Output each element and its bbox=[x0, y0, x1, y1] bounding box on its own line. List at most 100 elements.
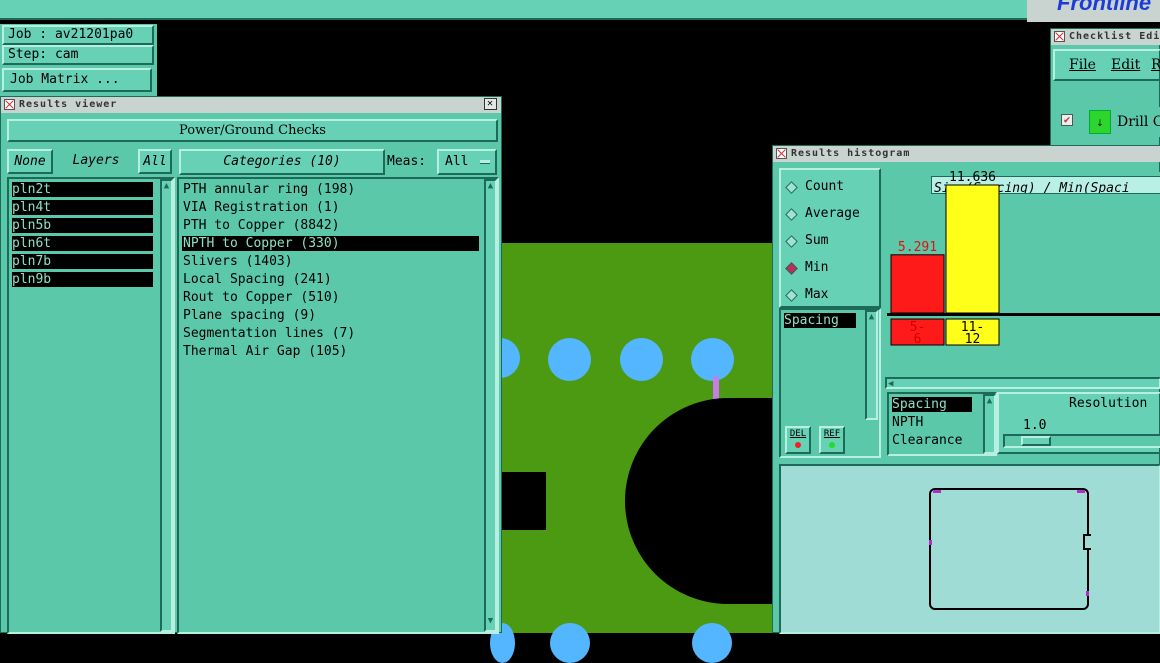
chart-hscrollbar[interactable]: ◀ bbox=[885, 377, 1160, 389]
top-bar bbox=[0, 0, 1027, 20]
scroll-down-icon[interactable]: ▼ bbox=[486, 616, 495, 626]
scroll-up-icon[interactable]: ▲ bbox=[985, 396, 994, 406]
layer-item[interactable]: pln4t bbox=[12, 200, 153, 215]
board-marker bbox=[929, 540, 932, 545]
ref-button[interactable]: REF bbox=[819, 426, 845, 454]
category-item[interactable]: Rout to Copper (510) bbox=[182, 290, 479, 305]
board-marker bbox=[1077, 490, 1085, 493]
category-item[interactable]: PTH annular ring (198) bbox=[182, 182, 479, 197]
measure-list: Spacing NPTH Clearance ▲ bbox=[887, 392, 997, 456]
window-menu-icon[interactable] bbox=[1054, 31, 1065, 42]
checklist-window: Checklist Edi File Edit R ✔ ⇣ Drill C bbox=[1050, 28, 1160, 148]
radio-count[interactable] bbox=[785, 181, 798, 194]
ref-button-label: REF bbox=[823, 429, 841, 439]
layer-item[interactable]: pln5b bbox=[12, 218, 153, 233]
meas-dropdown-value: All bbox=[445, 154, 469, 169]
histogram-bar[interactable] bbox=[890, 254, 945, 314]
mode-average-label: Average bbox=[805, 206, 860, 221]
meas-dropdown[interactable]: All bbox=[437, 149, 497, 175]
categories-scrollbar[interactable]: ▲ ▼ bbox=[484, 179, 497, 632]
none-button[interactable]: None bbox=[7, 149, 53, 174]
category-item[interactable]: Thermal Air Gap (105) bbox=[182, 344, 479, 359]
measure-list-scrollbar[interactable]: ▲ bbox=[983, 394, 996, 454]
histogram-bar[interactable] bbox=[945, 184, 1000, 314]
resolution-slider[interactable] bbox=[1003, 434, 1160, 448]
radio-average[interactable] bbox=[785, 208, 798, 221]
mode-radio-group: Count Average Sum Min Max bbox=[779, 168, 881, 308]
radio-sum[interactable] bbox=[785, 235, 798, 248]
board-marker bbox=[1086, 591, 1089, 596]
radio-max[interactable] bbox=[785, 289, 798, 302]
drill-icon: ⇣ bbox=[1089, 110, 1111, 134]
resolution-slider-thumb[interactable] bbox=[1021, 436, 1051, 446]
histogram-list-item[interactable]: Spacing bbox=[784, 313, 856, 328]
layer-item[interactable]: pln7b bbox=[12, 254, 153, 269]
menu-file[interactable]: File bbox=[1069, 57, 1096, 73]
del-button[interactable]: DEL bbox=[785, 426, 811, 454]
app-logo: Frontline bbox=[1057, 0, 1152, 15]
mode-count[interactable]: Count bbox=[785, 178, 879, 198]
menu-r[interactable]: R bbox=[1151, 57, 1160, 73]
checklist-menubar: File Edit R bbox=[1053, 49, 1160, 81]
window-menu-icon[interactable] bbox=[776, 148, 787, 159]
layers-label: Layers bbox=[72, 153, 120, 168]
scroll-up-icon[interactable]: ▲ bbox=[867, 312, 876, 322]
histogram-titlebar[interactable]: Results histogram bbox=[773, 146, 1160, 162]
category-item[interactable]: Slivers (1403) bbox=[182, 254, 479, 269]
red-dot-icon bbox=[795, 442, 801, 448]
mode-average[interactable]: Average bbox=[785, 205, 879, 225]
menu-edit[interactable]: Edit bbox=[1111, 57, 1140, 73]
histogram-title: Results histogram bbox=[791, 148, 911, 159]
measure-item-spacing[interactable]: Spacing bbox=[892, 397, 972, 412]
checklist-item-label: Drill C bbox=[1117, 114, 1160, 130]
categories-header: Categories (10) bbox=[179, 149, 385, 175]
histogram-list: Spacing ▲ DEL REF bbox=[779, 308, 881, 458]
board-preview bbox=[779, 464, 1160, 634]
category-item[interactable]: PTH to Copper (8842) bbox=[182, 218, 479, 233]
pcb-pad bbox=[620, 338, 663, 381]
green-dot-icon bbox=[829, 442, 835, 448]
resolution-label: Resolution bbox=[1069, 396, 1148, 411]
measure-item-npth[interactable]: NPTH bbox=[892, 415, 923, 430]
histogram-list-scrollbar[interactable]: ▲ bbox=[865, 310, 878, 420]
power-ground-header-label: Power/Ground Checks bbox=[179, 123, 326, 138]
all-layers-button[interactable]: All bbox=[138, 149, 172, 174]
checklist-titlebar[interactable]: Checklist Edi bbox=[1051, 29, 1160, 45]
layers-scrollbar[interactable]: ▲ bbox=[160, 179, 173, 632]
checkbox-icon[interactable]: ✔ bbox=[1061, 114, 1073, 126]
checklist-title: Checklist Edi bbox=[1069, 31, 1160, 42]
window-menu-icon[interactable] bbox=[4, 99, 15, 110]
scroll-up-icon[interactable]: ▲ bbox=[162, 181, 171, 191]
category-tick-label: 12 bbox=[965, 332, 981, 347]
category-item[interactable]: NPTH to Copper (330) bbox=[182, 236, 479, 251]
results-viewer-window: Results viewer ✕ Power/Ground Checks Non… bbox=[0, 96, 502, 634]
mode-max[interactable]: Max bbox=[785, 286, 879, 306]
layer-item[interactable]: pln9b bbox=[12, 272, 153, 287]
checklist-item[interactable]: ✔ ⇣ Drill C bbox=[1053, 107, 1160, 137]
step-label: Step: cam bbox=[2, 45, 154, 65]
job-label: Job : av21201pa0 bbox=[2, 25, 154, 45]
board-marker bbox=[933, 490, 941, 493]
category-item[interactable]: Segmentation lines (7) bbox=[182, 326, 479, 341]
scroll-up-icon[interactable]: ▲ bbox=[486, 181, 495, 191]
category-item[interactable]: VIA Registration (1) bbox=[182, 200, 479, 215]
layer-item[interactable]: pln2t bbox=[12, 182, 153, 197]
layers-list: pln2t pln4t pln5b pln6t pln7b pln9b ▲ bbox=[7, 177, 175, 634]
layer-item[interactable]: pln6t bbox=[12, 236, 153, 251]
pcb-pad bbox=[691, 338, 734, 381]
mode-min[interactable]: Min bbox=[785, 259, 879, 279]
job-matrix-button[interactable]: Job Matrix ... bbox=[2, 68, 152, 92]
results-viewer-titlebar[interactable]: Results viewer ✕ bbox=[1, 97, 501, 113]
scroll-left-icon[interactable]: ◀ bbox=[888, 379, 893, 389]
mode-count-label: Count bbox=[805, 179, 845, 194]
close-icon[interactable]: ✕ bbox=[484, 98, 497, 110]
none-button-label: None bbox=[14, 154, 46, 169]
measure-item-clearance[interactable]: Clearance bbox=[892, 433, 962, 448]
category-item[interactable]: Local Spacing (241) bbox=[182, 272, 479, 287]
bar-value-label: 5.291 bbox=[898, 240, 937, 255]
radio-min[interactable] bbox=[785, 262, 798, 275]
mode-sum[interactable]: Sum bbox=[785, 232, 879, 252]
pcb-pad bbox=[550, 623, 590, 663]
category-item[interactable]: Plane spacing (9) bbox=[182, 308, 479, 323]
mode-max-label: Max bbox=[805, 287, 829, 302]
